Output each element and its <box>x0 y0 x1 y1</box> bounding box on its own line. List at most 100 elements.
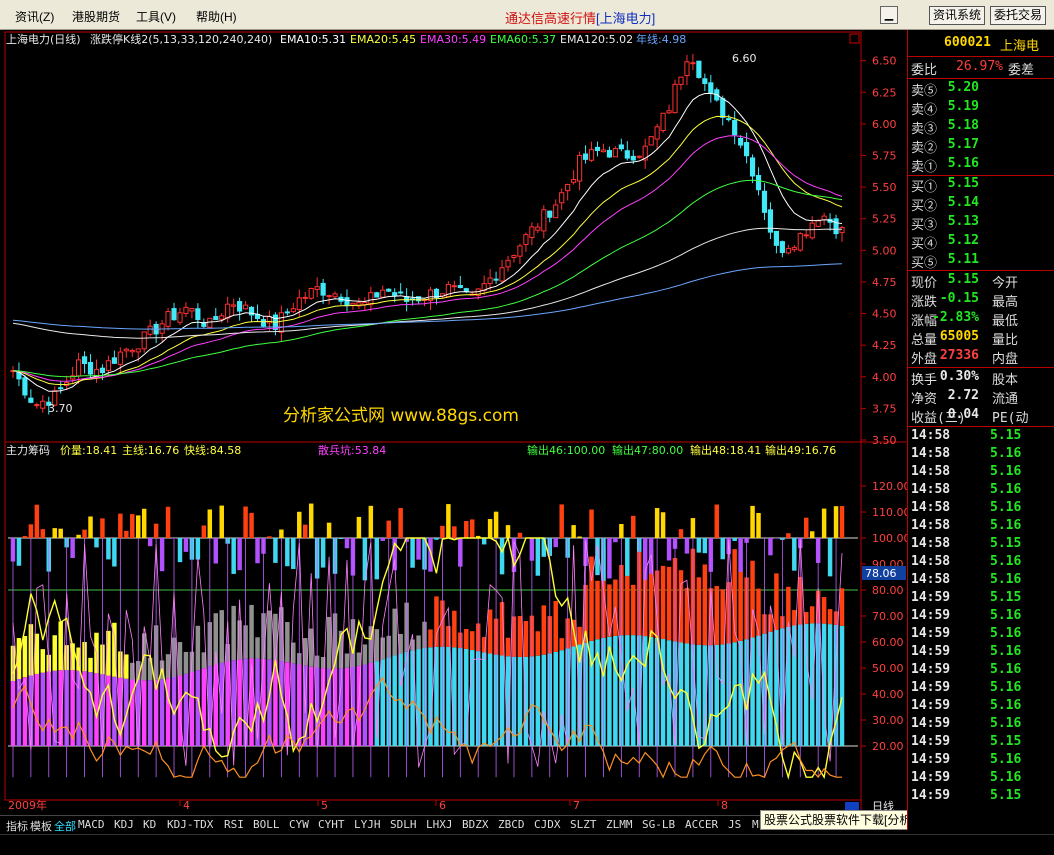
chip-bar-base <box>732 642 737 746</box>
volume-bar <box>619 524 624 538</box>
volume-bar <box>279 529 284 538</box>
candlestick-pane[interactable] <box>10 53 845 415</box>
chip-bar-top <box>786 586 791 627</box>
tab-lhxj[interactable]: LHXJ <box>426 818 453 831</box>
indicator-pane[interactable] <box>8 503 858 780</box>
fund-row-label: 净资 <box>911 392 938 407</box>
chip-bar-base <box>481 652 487 746</box>
tab-全部[interactable]: 全部 <box>54 818 76 834</box>
tick-row: 14:59 5.16 <box>908 626 1054 644</box>
chip-bar-top <box>177 642 183 676</box>
tab-cyw[interactable]: CYW <box>289 818 309 831</box>
main-formula: 涨跌停K线2(5,13,33,120,240,240) <box>90 32 272 46</box>
trade-button[interactable]: 委托交易 <box>990 6 1047 25</box>
candle-body <box>284 311 290 314</box>
tab-accer[interactable]: ACCER <box>685 818 718 831</box>
tab-lyjh[interactable]: LYJH <box>354 818 381 831</box>
tab-bdzx[interactable]: BDZX <box>462 818 489 831</box>
chip-bar-base <box>124 678 129 746</box>
chip-bar-base <box>792 625 797 746</box>
chip-bar-top <box>428 629 433 648</box>
candle-body <box>517 245 523 257</box>
volume-bar <box>505 525 511 538</box>
menu-bar: 资讯(Z) 港股期货 工具(V) 帮助(H) 通达信高速行情[上海电力] ▁ 资… <box>0 0 1054 30</box>
tab-rsi[interactable]: RSI <box>224 818 244 831</box>
volume-bar <box>297 511 302 538</box>
candle-body <box>726 118 732 121</box>
scroll-indicator[interactable] <box>845 802 859 810</box>
tab-zbcd[interactable]: ZBCD <box>498 818 525 831</box>
quote-row: 总量 65005 量比 <box>908 329 1054 348</box>
volume-bar <box>839 506 845 538</box>
high-annotation: 6.60 <box>732 52 757 65</box>
menu-item-info[interactable]: 资讯(Z) <box>15 8 54 25</box>
candle-body <box>225 303 231 319</box>
candle-body <box>559 192 565 204</box>
info-system-button[interactable]: 资讯系统 <box>929 6 986 25</box>
menu-item-hk-futures[interactable]: 港股期货 <box>72 8 120 25</box>
chip-bar-top <box>821 597 827 624</box>
menu-item-tools[interactable]: 工具(V) <box>136 8 176 25</box>
candle-body <box>654 126 660 140</box>
tick-row: 14:58 5.15 <box>908 428 1054 446</box>
bid-row-value: 5.12 <box>947 233 979 248</box>
volume-bar <box>684 538 690 554</box>
candle-body <box>732 119 738 136</box>
volume-bar <box>714 504 720 538</box>
separator <box>908 78 1054 79</box>
volume-bar <box>559 504 564 538</box>
tab-sdlh[interactable]: SDLH <box>390 818 417 831</box>
indicator-tick-label: 20.00 <box>872 740 904 753</box>
chip-bar-top <box>559 638 564 651</box>
candle-body <box>612 148 618 158</box>
tick-price: 5.16 <box>990 446 1022 461</box>
quote-row-label: 外盘 <box>911 352 938 367</box>
chip-bar-top <box>52 635 57 671</box>
tab-kd[interactable]: KD <box>143 818 156 831</box>
volume-bar <box>374 538 380 580</box>
pane-maximize-icon[interactable] <box>849 33 860 44</box>
tick-price: 5.16 <box>990 770 1022 785</box>
volume-bar <box>541 538 547 557</box>
tab-kdj-tdx[interactable]: KDJ-TDX <box>167 818 213 831</box>
tick-time: 14:58 <box>911 428 951 443</box>
tab-macd[interactable]: MACD <box>78 818 105 831</box>
tick-time: 14:59 <box>911 680 951 695</box>
tab-sg-lb[interactable]: SG-LB <box>642 818 675 831</box>
tick-price: 5.16 <box>990 554 1022 569</box>
tab-模板[interactable]: 模板 <box>30 818 52 834</box>
candle-body <box>260 319 267 327</box>
tick-row: 14:59 5.15 <box>908 788 1054 806</box>
tab-js[interactable]: JS <box>728 818 741 831</box>
tab-zlmm[interactable]: ZLMM <box>606 818 633 831</box>
ask-row-value: 5.20 <box>947 80 979 95</box>
chart-area[interactable]: 上海电力(日线) 涨跌停K线2(5,13,33,120,240,240) EMA… <box>0 30 908 830</box>
chip-bar-base <box>625 635 630 746</box>
tick-time: 14:58 <box>911 536 951 551</box>
tab-slzt[interactable]: SLZT <box>570 818 597 831</box>
x-axis-month-label: 4 <box>183 799 190 812</box>
chip-bar-base <box>291 663 296 746</box>
chart-canvas[interactable]: 上海电力(日线) 涨跌停K线2(5,13,33,120,240,240) EMA… <box>0 30 908 815</box>
tab-cyht[interactable]: CYHT <box>318 818 345 831</box>
tab-cjdx[interactable]: CJDX <box>534 818 561 831</box>
volume-bar <box>440 525 445 538</box>
weibi-row: 委比 26.97% 委差 <box>908 59 1054 78</box>
candle-body <box>99 367 106 374</box>
tick-price: 5.16 <box>990 644 1022 659</box>
tick-time: 14:59 <box>911 626 951 641</box>
candle-body <box>523 234 529 245</box>
indicator-tick-label: 70.00 <box>872 610 904 623</box>
tick-time: 14:59 <box>911 752 951 767</box>
candle-body <box>755 175 762 191</box>
quote-row-value: 65005 <box>939 329 979 344</box>
tab-kdj[interactable]: KDJ <box>114 818 134 831</box>
candle-body <box>344 297 350 306</box>
price-tick-label: 6.00 <box>872 118 897 131</box>
minimize-icon[interactable]: ▁ <box>880 6 898 24</box>
tab-boll[interactable]: BOLL <box>253 818 280 831</box>
chip-bar-top <box>58 621 63 671</box>
tab-指标[interactable]: 指标 <box>6 818 28 834</box>
menu-item-help[interactable]: 帮助(H) <box>196 8 237 25</box>
x-axis-month-label: 6 <box>439 799 446 812</box>
